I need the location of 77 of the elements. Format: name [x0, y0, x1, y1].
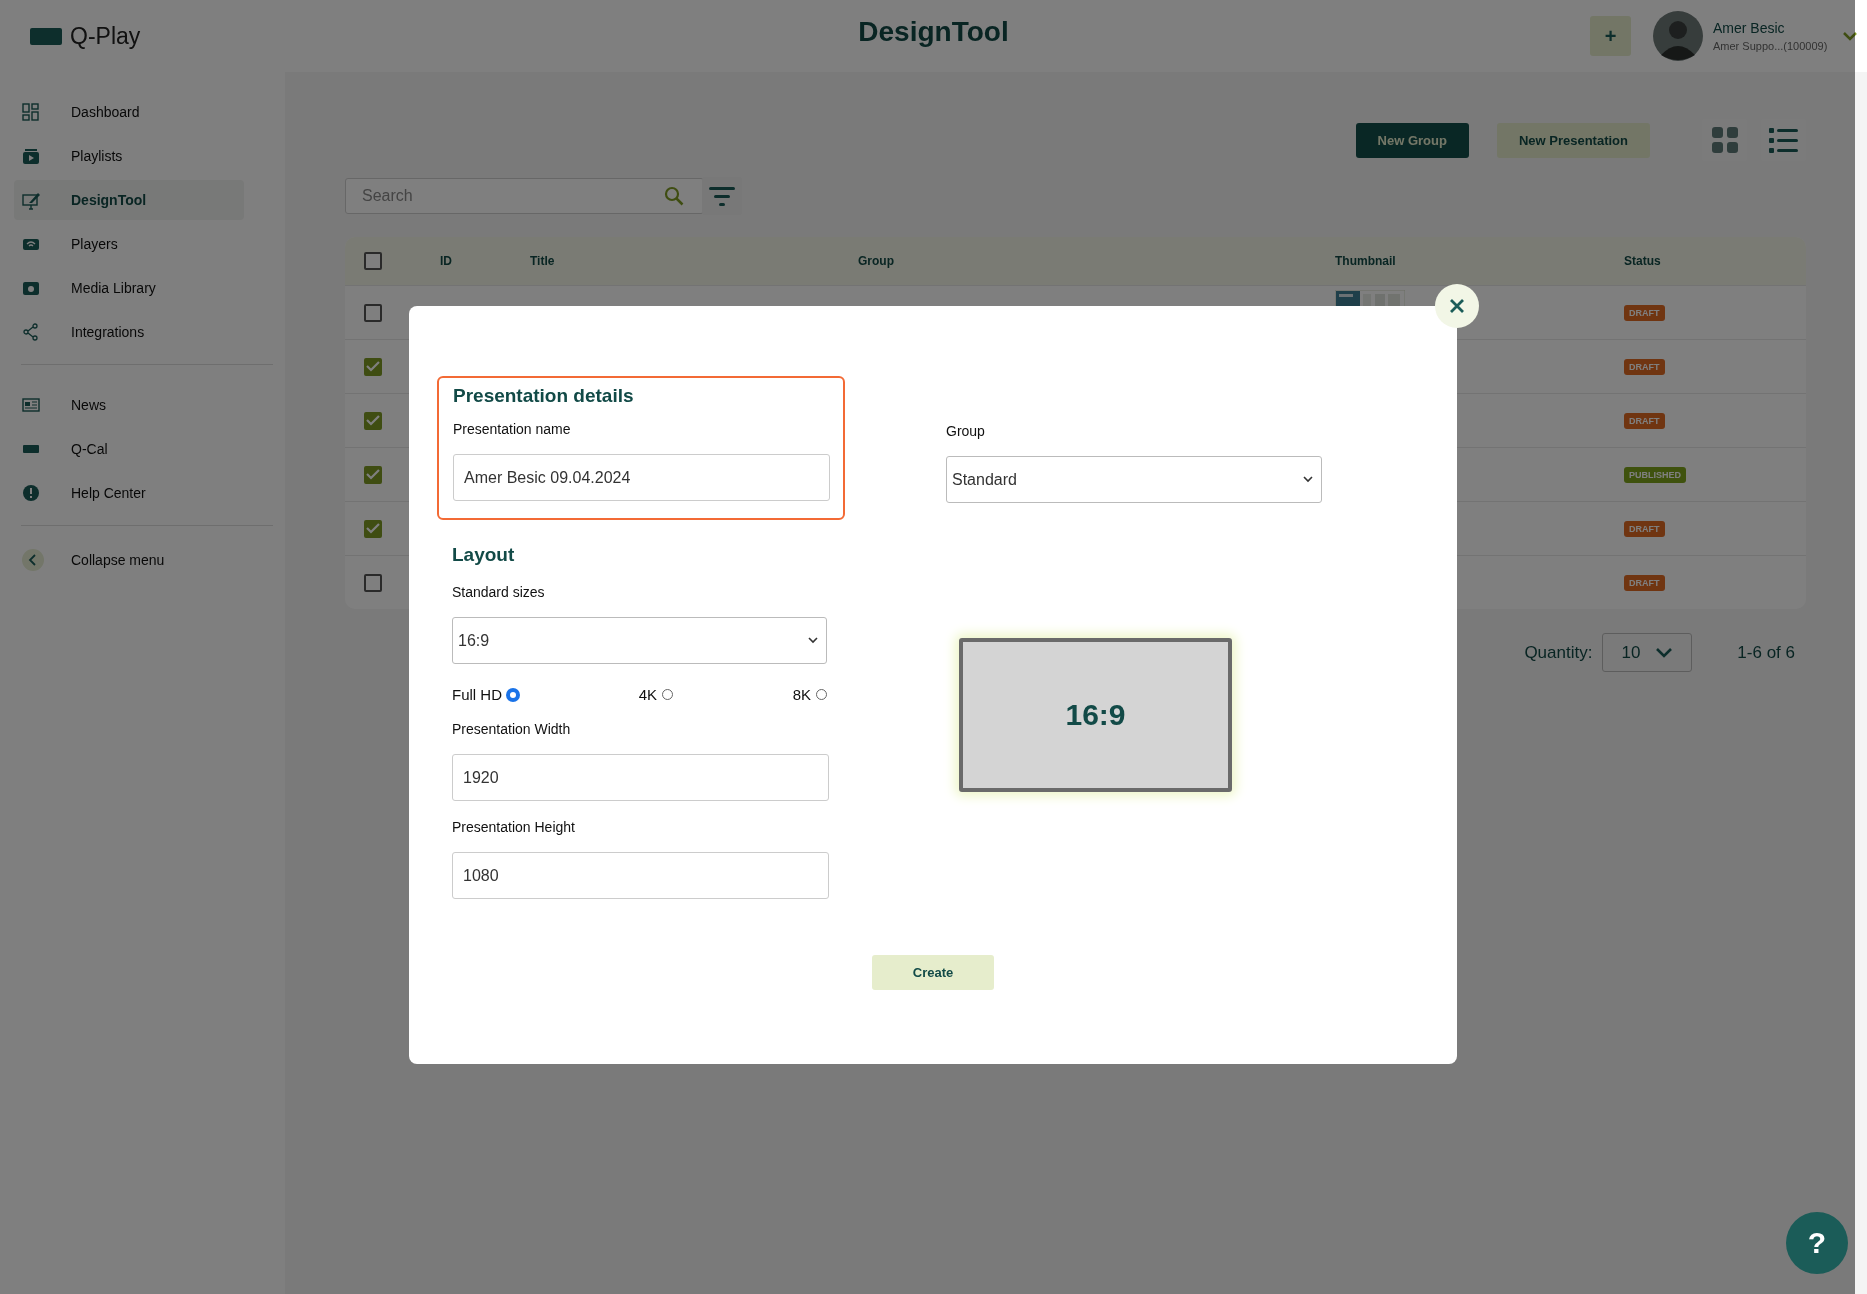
- size-dropdown[interactable]: 16:9: [452, 617, 827, 664]
- avatar-icon: [1653, 11, 1703, 61]
- column-header: ID: [440, 254, 452, 268]
- checkbox[interactable]: [364, 465, 382, 484]
- user-name: Amer Besic: [1713, 20, 1786, 36]
- checkbox[interactable]: [364, 357, 382, 376]
- alert-icon: [22, 483, 40, 503]
- collapse-menu-button[interactable]: Collapse menu: [14, 540, 244, 580]
- check-icon: [366, 523, 380, 534]
- column-header: Title: [530, 254, 555, 268]
- status-badge: DRAFT: [1624, 574, 1665, 591]
- filter-icon: [709, 186, 735, 206]
- search-field[interactable]: Search: [345, 178, 704, 214]
- new-presentation-button[interactable]: New Presentation: [1496, 122, 1650, 158]
- aspect-preview: 16:9: [959, 638, 1232, 792]
- list-icon: [1769, 127, 1798, 153]
- chevron-down-icon: [1303, 476, 1313, 483]
- section-heading: Layout: [452, 544, 516, 566]
- name-input-field[interactable]: Amer Besic 09.04.2024: [453, 454, 830, 501]
- field-label: Group: [946, 423, 986, 439]
- page-range: 1-6 of 6: [1737, 642, 1795, 663]
- quantity-dropdown[interactable]: 10: [1602, 633, 1693, 672]
- dashboard-icon: [22, 102, 40, 122]
- check-icon: [366, 361, 380, 372]
- share-icon: [22, 322, 40, 342]
- checkbox[interactable]: [364, 252, 382, 270]
- column-header: Group: [858, 254, 894, 268]
- close-icon: [1449, 298, 1465, 314]
- sidebar-item[interactable]: DesignTool: [14, 180, 244, 220]
- field-label: Presentation name: [453, 421, 572, 437]
- sidebar-item[interactable]: Media Library: [14, 268, 244, 308]
- create-button[interactable]: Create: [872, 955, 994, 990]
- sidebar-item[interactable]: Playlists: [14, 136, 244, 176]
- sidebar-item[interactable]: Q-Cal: [14, 429, 244, 469]
- sidebar-item[interactable]: News: [14, 385, 244, 425]
- sidebar-item[interactable]: Integrations: [14, 312, 244, 352]
- playlist-icon: [22, 146, 40, 166]
- add-button[interactable]: +: [1590, 16, 1631, 56]
- height-input-field[interactable]: 1080: [452, 852, 829, 899]
- field-label: Presentation Height: [452, 819, 576, 835]
- group-dropdown[interactable]: Standard: [946, 456, 1322, 503]
- chevron-left-icon: [22, 549, 44, 571]
- column-header: Status: [1624, 254, 1661, 268]
- checkbox[interactable]: [364, 573, 382, 592]
- check-icon: [366, 469, 380, 480]
- sidebar-item[interactable]: Players: [14, 224, 244, 264]
- app-title: DesignTool: [858, 16, 1009, 48]
- new-group-button[interactable]: New Group: [1355, 122, 1469, 158]
- chevron-down-icon: [1843, 31, 1857, 41]
- radio-option[interactable]: 8K: [792, 686, 827, 703]
- checkbox[interactable]: [364, 303, 382, 322]
- logo-text: Q-Play: [70, 22, 141, 50]
- status-badge: PUBLISHED: [1624, 466, 1686, 483]
- checkbox[interactable]: [364, 411, 382, 430]
- field-label: Presentation Width: [452, 721, 572, 737]
- column-header: Thumbnail: [1335, 254, 1396, 268]
- section-heading: Presentation details: [453, 385, 635, 407]
- newspaper-icon: [22, 395, 40, 415]
- quantity-label: Quantity:: [1524, 642, 1593, 663]
- edit-monitor-icon: [22, 190, 40, 210]
- sidebar-item[interactable]: Help Center: [14, 473, 244, 513]
- width-input-field[interactable]: 1920: [452, 754, 829, 801]
- status-badge: DRAFT: [1624, 358, 1665, 375]
- field-label: Standard sizes: [452, 584, 546, 600]
- sidebar-item[interactable]: Dashboard: [14, 92, 244, 132]
- status-badge: DRAFT: [1624, 520, 1665, 537]
- chevron-down-icon: [1656, 647, 1673, 658]
- logo-icon: [30, 27, 62, 45]
- status-badge: DRAFT: [1624, 304, 1665, 321]
- radio-option[interactable]: Full HD: [452, 686, 519, 703]
- user-account: Amer Suppo...(100009): [1713, 40, 1829, 52]
- check-icon: [366, 415, 380, 426]
- chevron-down-icon: [808, 637, 818, 644]
- grid-icon: [1711, 127, 1738, 153]
- checkbox[interactable]: [364, 519, 382, 538]
- radio-option[interactable]: 4K: [638, 686, 673, 703]
- status-badge: DRAFT: [1624, 412, 1665, 429]
